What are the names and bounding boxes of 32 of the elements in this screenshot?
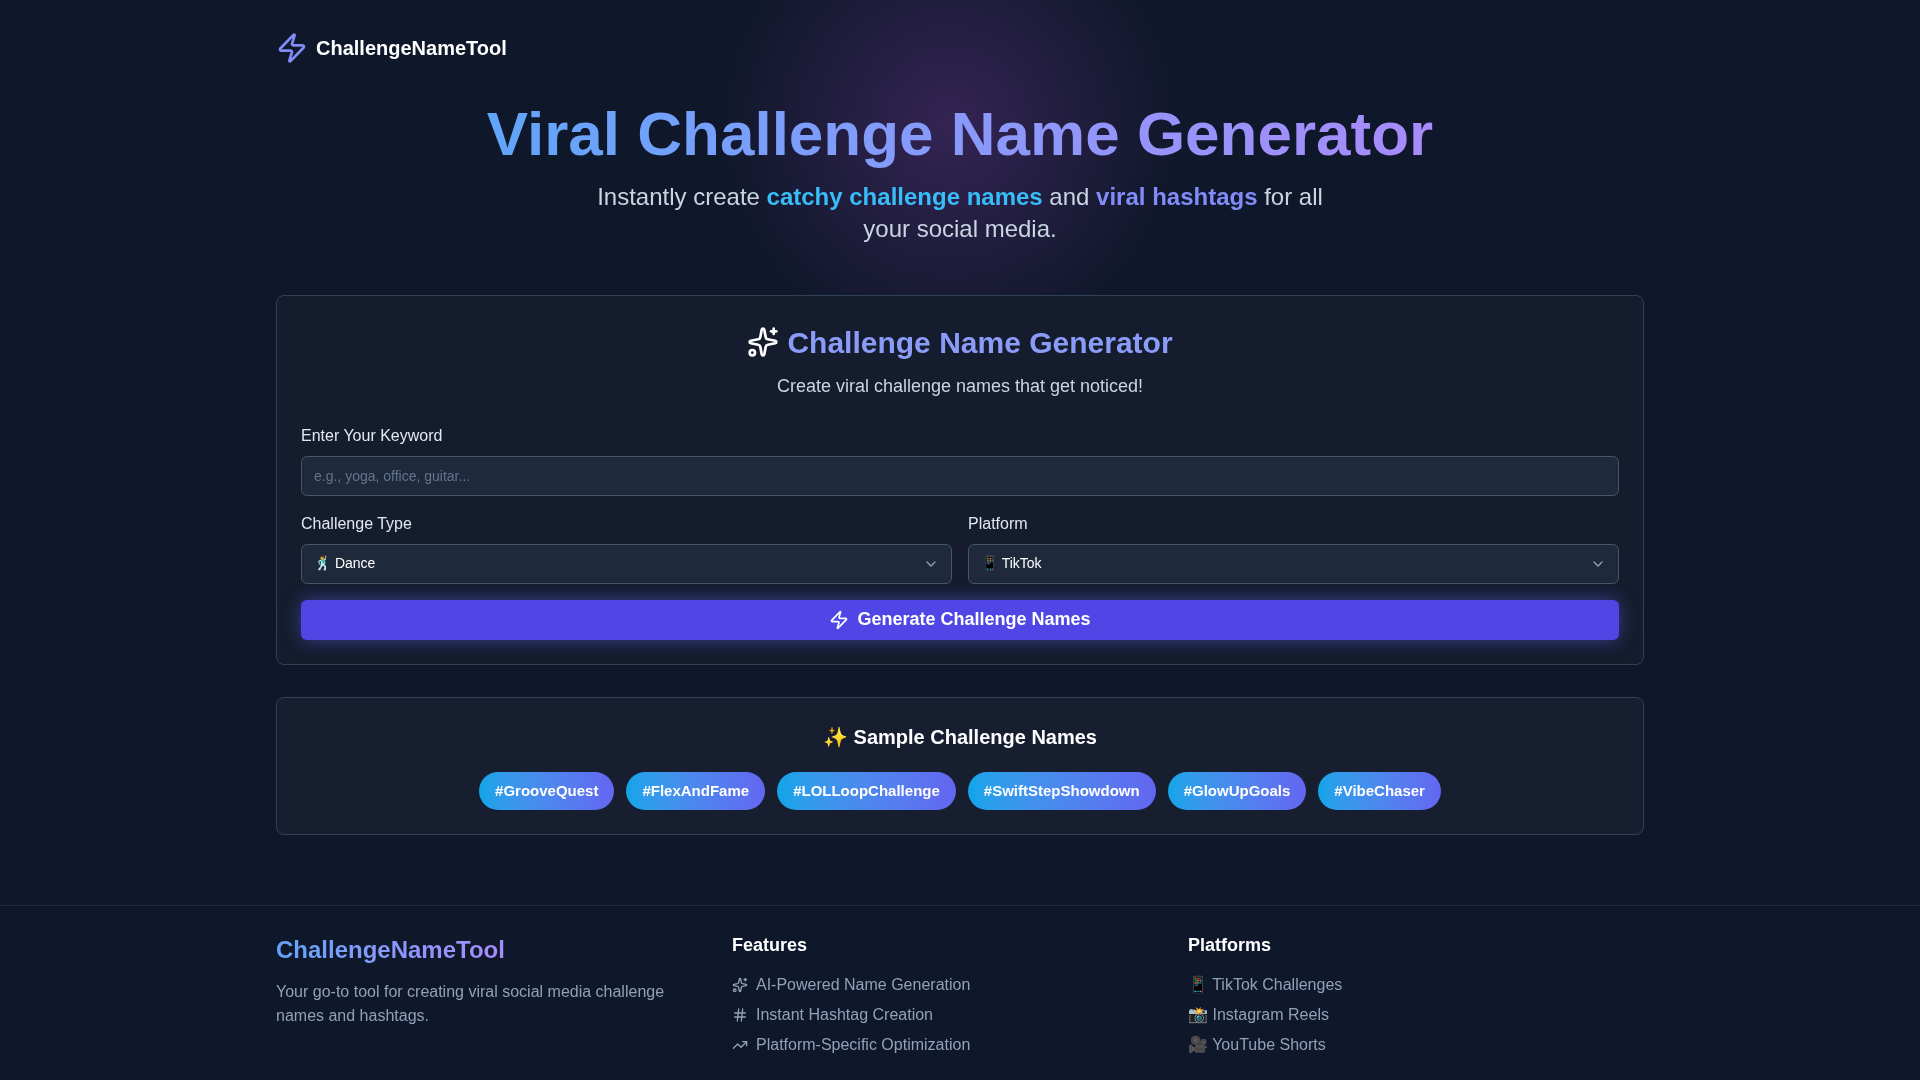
footer-heading: Platforms: [1188, 934, 1273, 957]
field-label: Challenge Type: [301, 513, 413, 534]
hashtag-chip[interactable]: #SwiftStepShowdown: [967, 771, 1156, 810]
feature-item: Platform-Specific Optimization: [756, 1035, 971, 1055]
platform-link[interactable]: 📱 TikTok Challenges: [1188, 975, 1644, 995]
field-label: Enter Your Keyword: [301, 425, 444, 446]
hero-subtitle: Instantly create catchy challenge names and viral hashtags for all your social media.: [596, 181, 1324, 244]
feature-item: Instant Hashtag Creation: [756, 1005, 933, 1025]
footer-description: Your go-to tool for creating viral social media challenge names and hashtags.: [276, 982, 666, 1026]
sparkles-icon: [732, 977, 748, 993]
lightning-icon: [276, 31, 308, 64]
hashtag-chip[interactable]: #LOLLoopChallenge: [777, 771, 956, 810]
platform-link[interactable]: 📸 Instagram Reels: [1188, 1005, 1644, 1025]
samples-title: ✨ Sample Challenge Names: [823, 724, 1097, 750]
sparkles-icon: [747, 326, 780, 358]
hashtag-chip[interactable]: #VibeChaser: [1318, 771, 1441, 810]
feature-item: AI-Powered Name Generation: [756, 975, 971, 995]
generate-button[interactable]: Generate Challenge Names: [301, 599, 1619, 640]
dropdown[interactable]: 🕺 Dance: [301, 543, 952, 584]
card-title: Challenge Name Generator: [787, 324, 1173, 361]
keyword-input[interactable]: e.g., yoga, office, guitar...: [301, 455, 1619, 496]
platform-link[interactable]: 🎥 YouTube Shorts: [1188, 1035, 1644, 1055]
hash-icon: [732, 1007, 748, 1023]
hashtag-chip[interactable]: #GlowUpGoals: [1167, 771, 1307, 810]
card-subtitle: Create viral challenge names that get noticed!: [776, 374, 1144, 398]
lightning-icon: [829, 609, 850, 630]
footer-heading: Features: [732, 934, 809, 957]
hashtag-chip[interactable]: #GrooveQuest: [479, 771, 615, 810]
dropdown[interactable]: 📱 TikTok: [968, 543, 1619, 584]
field-label: Platform: [968, 513, 1029, 534]
hashtag-chip[interactable]: #FlexAndFame: [626, 771, 766, 810]
brand-name[interactable]: ChallengeNameTool: [316, 32, 507, 63]
